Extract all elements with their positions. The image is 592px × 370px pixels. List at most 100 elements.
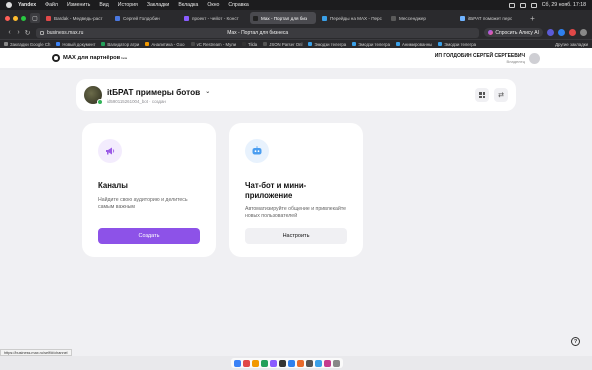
app-icon[interactable] — [270, 359, 277, 367]
wifi-icon[interactable] — [519, 2, 526, 8]
user-role: Владелец — [506, 58, 525, 64]
minimize-window-icon[interactable] — [13, 15, 18, 21]
extension-icon[interactable] — [569, 29, 576, 36]
tab-5[interactable]: Мессенджер — [388, 12, 454, 24]
app-icon[interactable] — [324, 359, 331, 367]
url-field[interactable]: business.max.ru Max - Портал для бизнеса — [36, 27, 480, 38]
tab-favicon — [115, 15, 120, 21]
bookmark-item[interactable]: Аналитика - Goo — [145, 42, 185, 47]
bookmark-item[interactable]: vC Restream - Мули — [190, 42, 236, 47]
tab-favicon — [253, 15, 258, 21]
menu-edit[interactable]: Изменить — [67, 2, 90, 8]
forward-icon[interactable]: › — [14, 29, 23, 36]
channels-card: Каналы Найдите свою аудиторию и делитесь… — [82, 123, 216, 257]
macos-menubar: Yandex Файл Изменить Вид История Закладк… — [0, 0, 592, 10]
logo-beta: beta — [121, 56, 128, 60]
tab-6[interactable]: itБРАТ поможет перс — [457, 12, 523, 24]
tab-1[interactable]: Сергей Голдобин — [112, 12, 178, 24]
grid-view-button[interactable] — [475, 88, 489, 102]
max-partners-logo[interactable]: MAX для партнёров beta — [52, 54, 127, 62]
app-icon[interactable] — [243, 359, 250, 367]
new-tab-icon[interactable]: + — [528, 14, 537, 23]
menu-window[interactable]: Окно — [207, 2, 219, 8]
user-menu[interactable]: ИП ГОЛДОБИН СЕРГЕЙ СЕРГЕЕВИЧ Владелец — [434, 52, 540, 64]
menu-history[interactable]: История — [118, 2, 138, 8]
bot-name-dropdown[interactable]: itБРАТ примеры ботов ⌄ — [107, 87, 210, 97]
menu-file[interactable]: Файл — [45, 2, 58, 8]
bookmark-item[interactable]: Новый документ — [56, 42, 95, 47]
tab-0[interactable]: Bardak - Медведь-раст — [43, 12, 109, 24]
browser-tabstrip: ▢ Bardak - Медведь-раст Сергей Голдобин … — [0, 10, 592, 26]
battery-icon[interactable] — [508, 2, 515, 8]
tab-favicon — [460, 15, 465, 21]
tab-favicon — [391, 15, 396, 21]
profile-icon[interactable] — [580, 29, 587, 36]
help-button[interactable]: ? — [571, 337, 580, 346]
tab-favicon — [46, 15, 51, 21]
bookmark-favicon — [395, 42, 400, 46]
app-icon[interactable] — [288, 359, 295, 367]
other-bookmarks[interactable]: Другие закладки — [549, 42, 588, 47]
bookmark-favicon — [308, 42, 313, 46]
bookmark-item[interactable]: Анимированны — [395, 42, 432, 47]
menu-bookmarks[interactable]: Закладки — [147, 2, 169, 8]
app-icon[interactable] — [261, 359, 268, 367]
alisa-icon — [488, 30, 494, 35]
bookmark-favicon — [4, 42, 8, 46]
sidebar-toggle-icon[interactable]: ▢ — [30, 13, 40, 23]
grid-icon — [479, 92, 485, 98]
macos-dock — [231, 358, 343, 368]
finder-icon[interactable] — [234, 359, 241, 367]
bookmark-item[interactable]: Эмодзи телегра — [352, 42, 390, 47]
bookmark-item[interactable]: JSON Parser Onl — [263, 42, 302, 47]
tab-3-active[interactable]: Max - Портал для биз — [250, 12, 316, 24]
ask-alisa-button[interactable]: Спросить Алису AI — [484, 28, 543, 37]
browser-addressbar: ‹ › ↻ business.max.ru Max - Портал для б… — [0, 26, 592, 39]
menu-app[interactable]: Yandex — [18, 2, 36, 8]
trash-icon[interactable] — [333, 359, 340, 367]
menu-view[interactable]: Вид — [99, 2, 108, 8]
app-icon[interactable] — [315, 359, 322, 367]
tab-4[interactable]: Перейды на MAX - Перс — [319, 12, 385, 24]
zoom-window-icon[interactable] — [21, 15, 26, 21]
create-channel-button[interactable]: Создать — [98, 228, 200, 244]
app-icon[interactable] — [297, 359, 304, 367]
menu-help[interactable]: Справка — [228, 2, 248, 8]
apple-icon[interactable] — [6, 2, 12, 8]
bookmark-favicon — [438, 42, 443, 46]
extension-icon[interactable] — [547, 29, 554, 36]
settings-button[interactable]: ⇄ — [494, 88, 508, 102]
extension-icon[interactable] — [558, 29, 565, 36]
user-name: ИП ГОЛДОБИН СЕРГЕЙ СЕРГЕЕВИЧ — [434, 52, 525, 59]
tab-favicon — [184, 15, 189, 21]
bookmark-item[interactable]: Эмодзи телегра — [308, 42, 346, 47]
menubar-clock[interactable]: Сб, 29 нояб. 17:18 — [542, 2, 586, 8]
site-header: MAX для партнёров beta ИП ГОЛДОБИН СЕРГЕ… — [0, 48, 592, 68]
menu-tab[interactable]: Вкладка — [178, 2, 198, 8]
configure-chatbot-button[interactable]: Настроить — [245, 228, 347, 244]
ask-alisa-label: Спросить Алису AI — [495, 29, 539, 36]
channels-description: Найдите свою аудиторию и делитесь самым … — [98, 196, 188, 210]
app-icon[interactable] — [279, 359, 286, 367]
chatbot-description: Автоматизируйте общение и привлекайте но… — [245, 206, 347, 219]
tab-2[interactable]: проект - чейот - Конст — [181, 12, 247, 24]
app-icon[interactable] — [252, 359, 259, 367]
close-window-icon[interactable] — [5, 15, 10, 21]
bookmark-item[interactable]: Закладки Google Ch — [4, 42, 50, 47]
app-icon[interactable] — [306, 359, 313, 367]
reload-icon[interactable]: ↻ — [23, 29, 32, 37]
bookmarks-bar: Закладки Google Ch Новый документ Валида… — [0, 39, 592, 48]
chevron-down-icon: ⌄ — [205, 89, 211, 95]
bookmark-item[interactable]: Tilda — [242, 42, 257, 47]
logo-text: MAX для партнёров — [63, 55, 121, 61]
chatbot-title: Чат-бот и мини-приложение — [245, 181, 307, 200]
bookmark-favicon — [242, 42, 247, 46]
max-logo-icon — [52, 54, 60, 62]
bookmark-item[interactable]: Валидатор атри — [101, 42, 139, 47]
bookmark-favicon — [263, 42, 268, 46]
back-icon[interactable]: ‹ — [5, 29, 14, 36]
bot-id: id590115261004_bot · создан — [107, 98, 166, 104]
bookmark-item[interactable]: Эмодзи телегра — [438, 42, 476, 47]
control-center-icon[interactable] — [530, 2, 537, 8]
bot-name: itБРАТ примеры ботов — [107, 86, 201, 97]
